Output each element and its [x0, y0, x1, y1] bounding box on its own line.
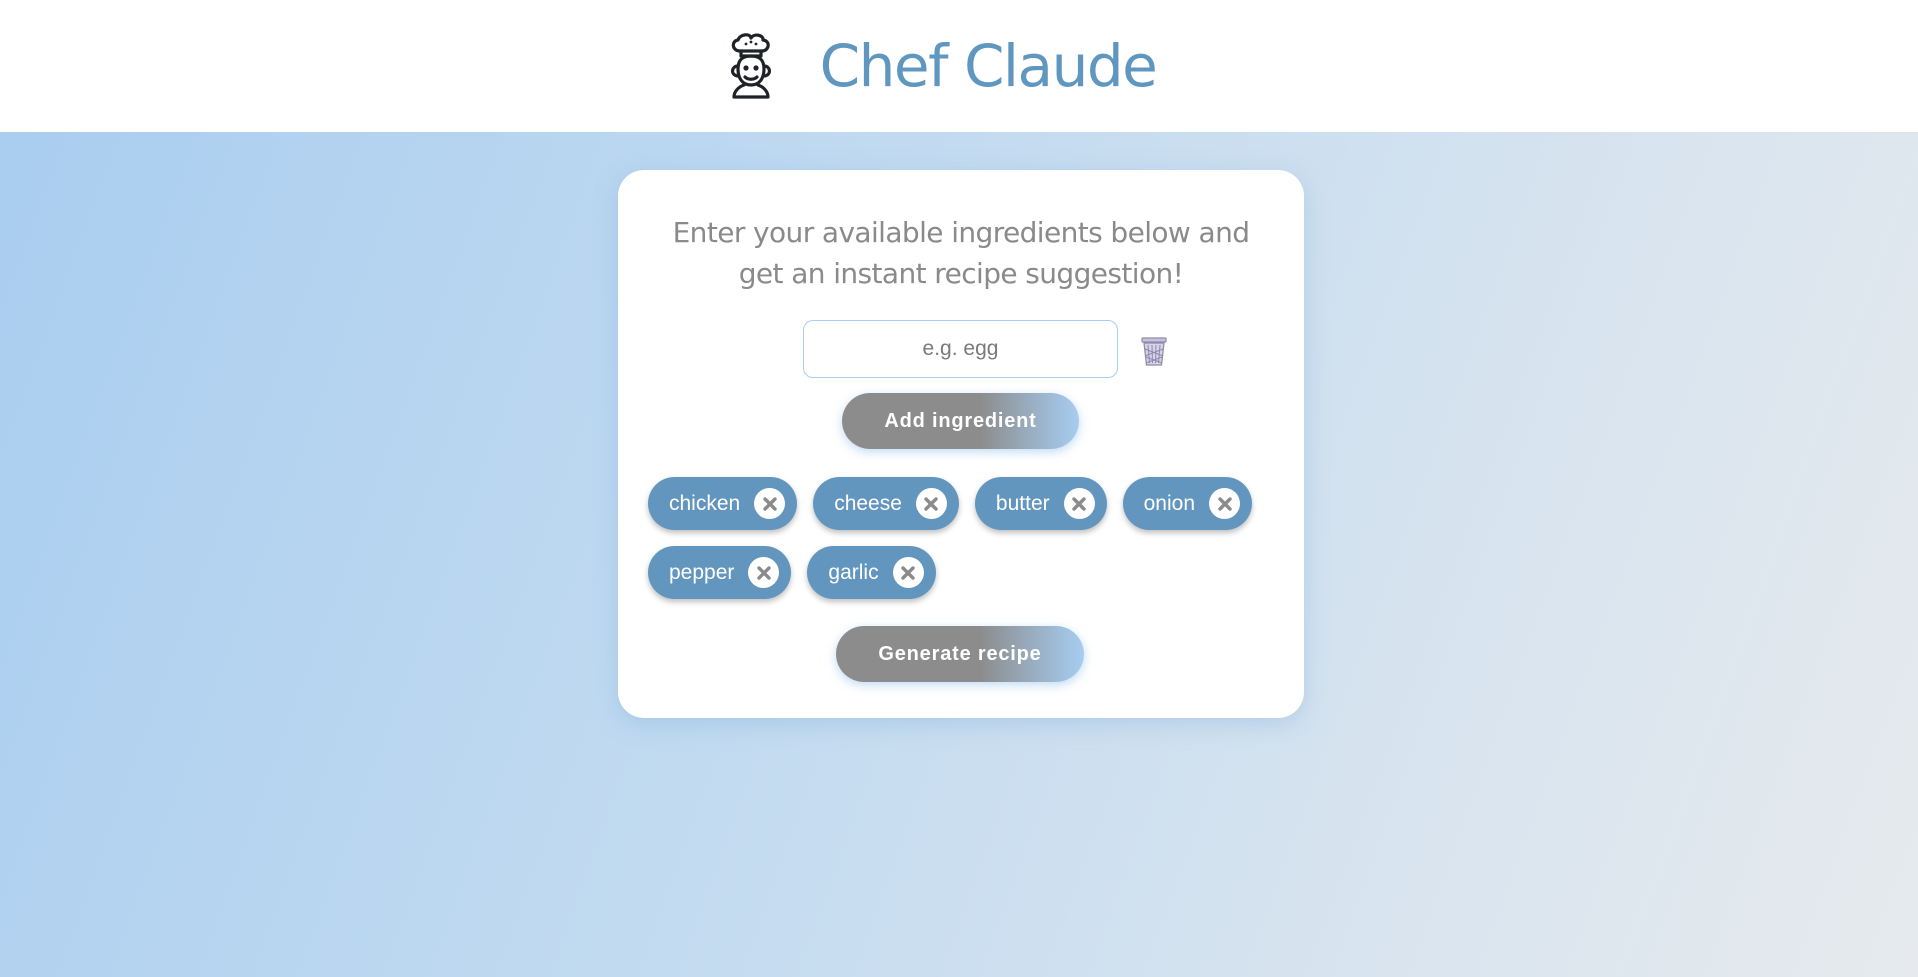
ingredient-chip: cheese	[813, 477, 959, 530]
generate-recipe-button[interactable]: Generate recipe	[836, 626, 1084, 682]
ingredient-label: chicken	[669, 491, 741, 515]
ingredient-label: garlic	[828, 560, 879, 584]
remove-icon[interactable]	[915, 488, 947, 519]
ingredient-label: butter	[995, 491, 1050, 515]
ingredient-chip: pepper	[648, 546, 792, 599]
remove-icon[interactable]	[748, 557, 780, 588]
remove-icon[interactable]	[754, 488, 786, 519]
ingredient-label: pepper	[669, 560, 735, 584]
ingredient-chip: onion	[1122, 477, 1253, 530]
ingredient-list: chicken cheese butter onion pepper garli…	[648, 477, 1288, 599]
remove-icon[interactable]	[1209, 488, 1241, 519]
trash-icon[interactable]	[1139, 335, 1169, 367]
chef-robot-icon	[730, 33, 771, 99]
app-title: Chef Claude	[819, 32, 1158, 100]
ingredient-label: cheese	[834, 491, 902, 515]
remove-icon[interactable]	[1063, 488, 1095, 519]
ingredient-chip: butter	[974, 477, 1107, 530]
ingredient-chip: chicken	[648, 477, 798, 530]
ingredient-card: Enter your available ingredients below a…	[618, 170, 1304, 718]
ingredient-chip: garlic	[807, 546, 936, 599]
ingredient-input[interactable]	[803, 320, 1118, 378]
remove-icon[interactable]	[892, 557, 924, 588]
intro-text: Enter your available ingredients below a…	[672, 216, 1250, 290]
add-ingredient-button[interactable]: Add ingredient	[842, 393, 1079, 449]
app-header: Chef Claude	[0, 0, 1918, 132]
ingredient-label: onion	[1143, 491, 1196, 515]
